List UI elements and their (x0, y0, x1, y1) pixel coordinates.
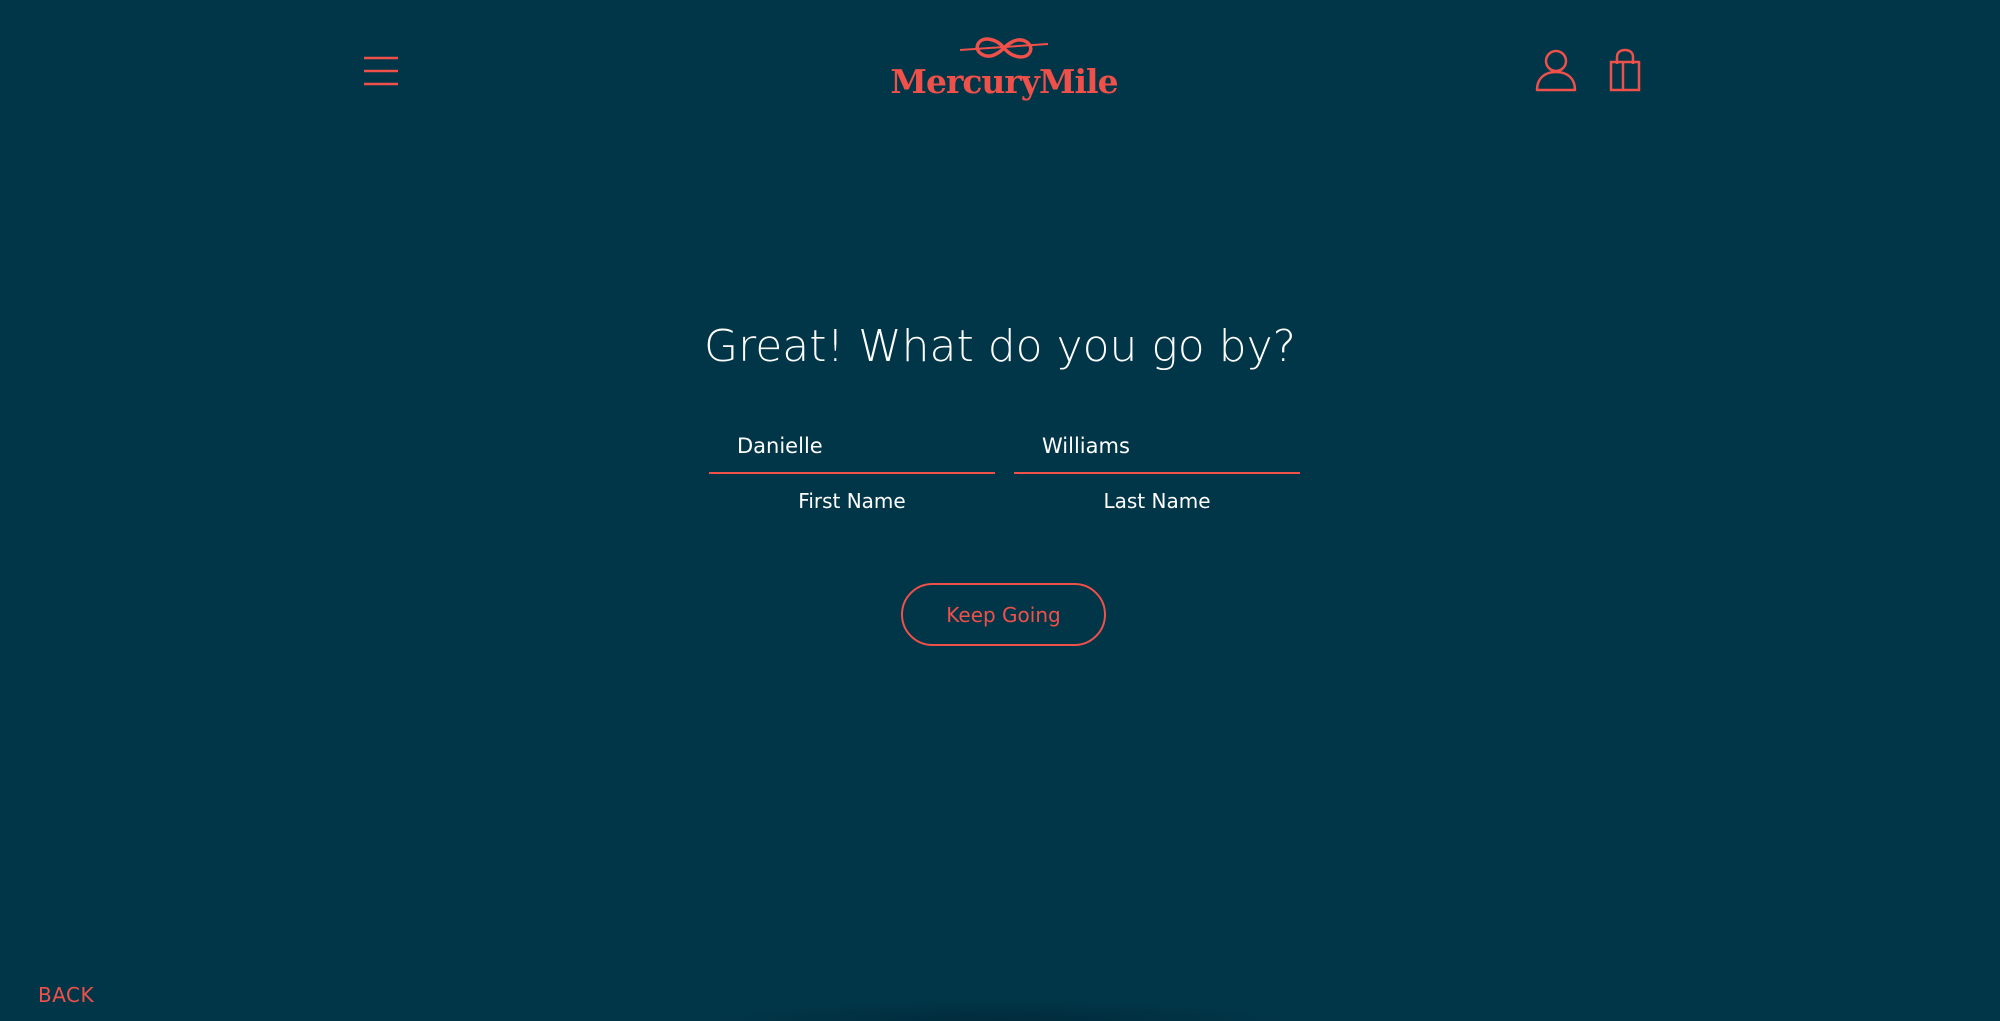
back-link[interactable]: BACK (38, 980, 94, 1010)
first-name-label: First Name (798, 489, 906, 513)
site-header: MercuryMile (0, 0, 2000, 140)
bottom-shadow (700, 1000, 1300, 1021)
first-name-field: First Name (709, 420, 995, 516)
account-button[interactable] (1533, 48, 1579, 94)
last-name-label: Last Name (1103, 489, 1211, 513)
shopping-bag-button[interactable] (1605, 48, 1645, 94)
brand-name: MercuryMile (890, 62, 1118, 101)
page-heading: Great! What do you go by? (703, 321, 1297, 372)
menu-button[interactable] (358, 50, 404, 94)
keep-going-button[interactable]: Keep Going (901, 583, 1106, 646)
last-name-field: Last Name (1014, 420, 1300, 516)
brand-logo[interactable]: MercuryMile (886, 30, 1122, 110)
shopping-bag-icon (1609, 48, 1641, 92)
last-name-input[interactable] (1014, 420, 1300, 474)
first-name-input[interactable] (709, 420, 995, 474)
hamburger-menu-icon (364, 56, 398, 86)
user-account-icon (1535, 49, 1577, 92)
